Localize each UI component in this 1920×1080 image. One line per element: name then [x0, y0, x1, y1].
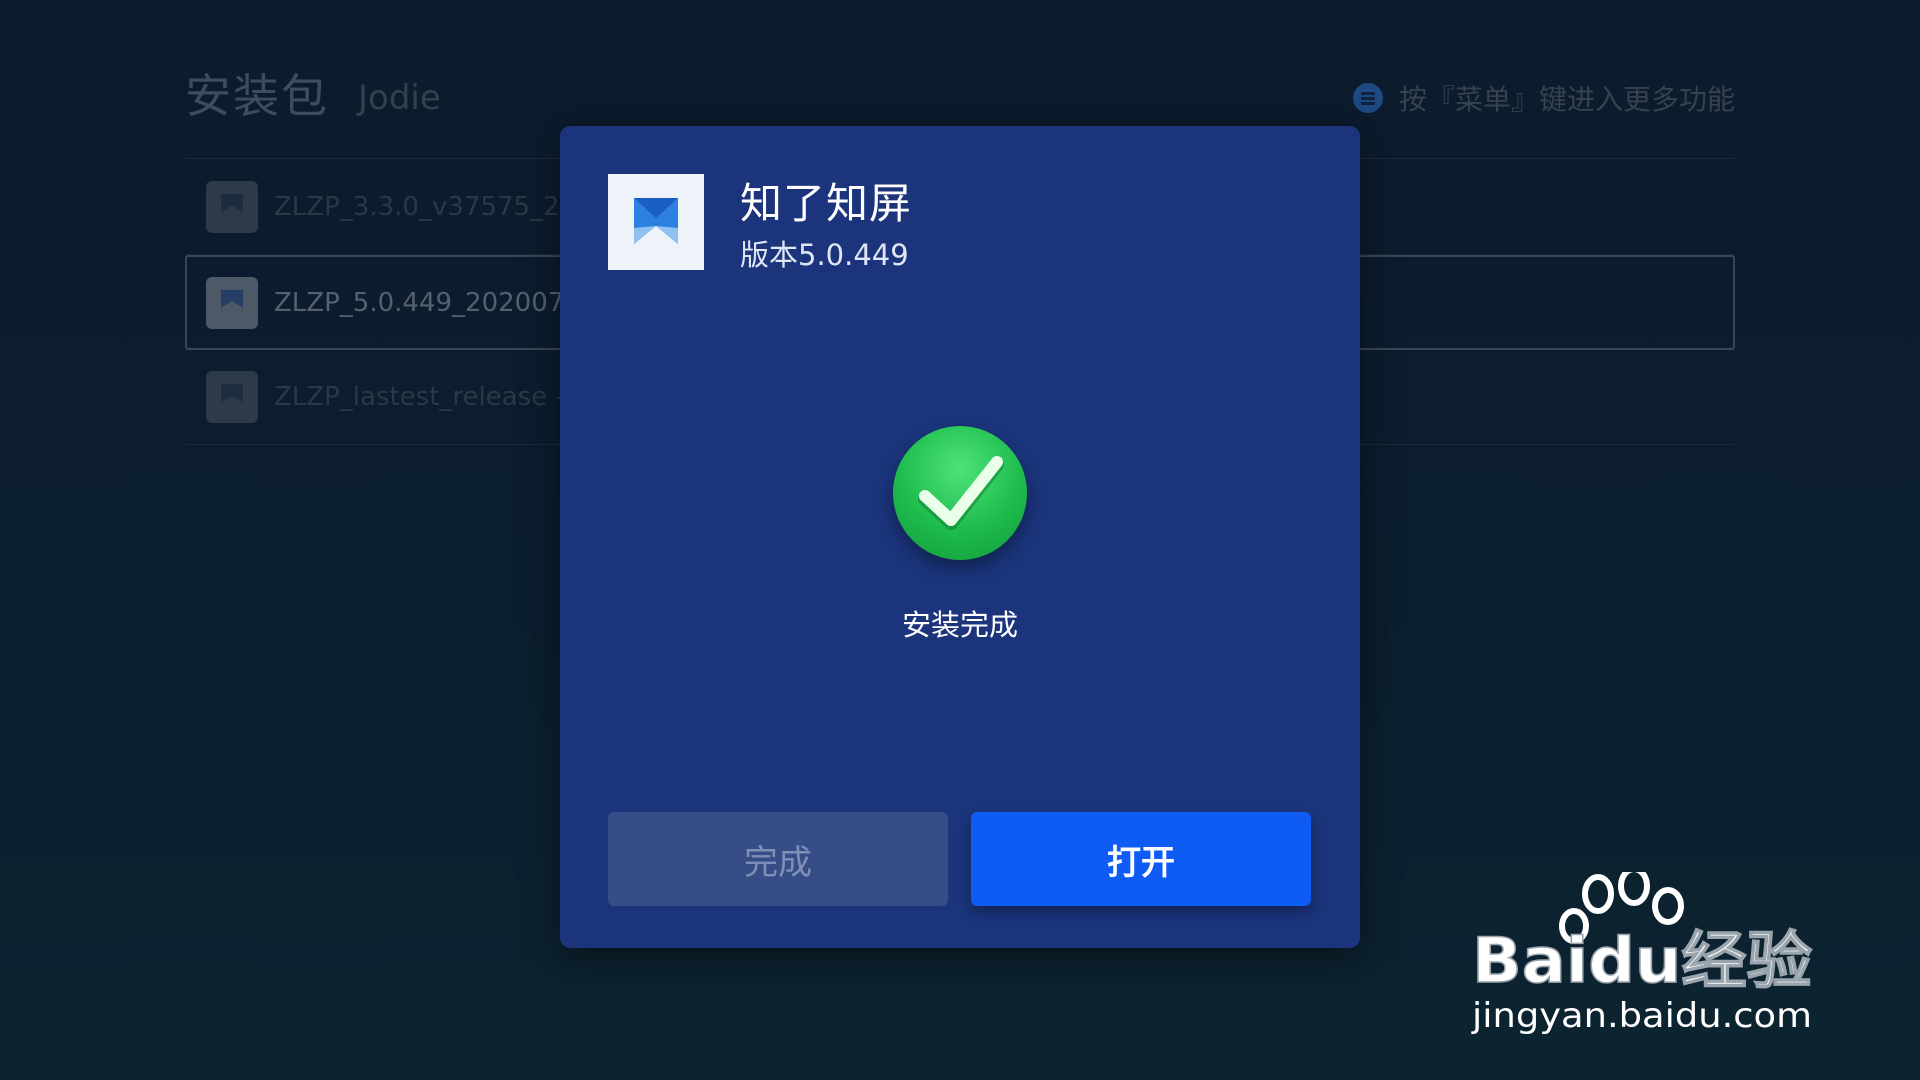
page-title: 安装包: [185, 69, 329, 123]
app-name: 知了知屏: [740, 179, 913, 228]
install-dialog: 知了知屏 版本5.0.449 安装完成 完成 打开: [560, 126, 1360, 948]
file-name: ZLZP_3.3.0_v37575_20: [274, 192, 577, 222]
install-status: 安装完成: [901, 608, 1018, 642]
package-icon: [206, 371, 258, 423]
menu-icon: [1352, 83, 1383, 113]
app-logo-icon: [634, 198, 678, 244]
watermark-brand: Baidu经验: [1472, 924, 1812, 997]
file-name: ZLZP_lastest_release -: [274, 382, 565, 412]
checkmark-icon: [893, 426, 1027, 560]
watermark: Baidu经验 jingyan.baidu.com: [1470, 872, 1830, 1042]
file-name: ZLZP_5.0.449_202007: [274, 287, 565, 318]
package-icon: [206, 181, 258, 233]
menu-hint: 按『菜单』键进入更多功能: [1352, 78, 1735, 118]
menu-hint-text: 按『菜单』键进入更多功能: [1398, 83, 1735, 116]
user-name: Jodie: [358, 78, 441, 118]
app-version: 版本5.0.449: [740, 238, 909, 272]
package-icon: [206, 276, 258, 329]
watermark-url: jingyan.baidu.com: [1471, 996, 1812, 1036]
app-icon: [608, 174, 704, 270]
baidu-logo-icon: Baidu经验 jingyan.baidu.com: [1471, 872, 1813, 1036]
done-button[interactable]: 完成: [608, 812, 948, 906]
open-button[interactable]: 打开: [971, 812, 1311, 906]
